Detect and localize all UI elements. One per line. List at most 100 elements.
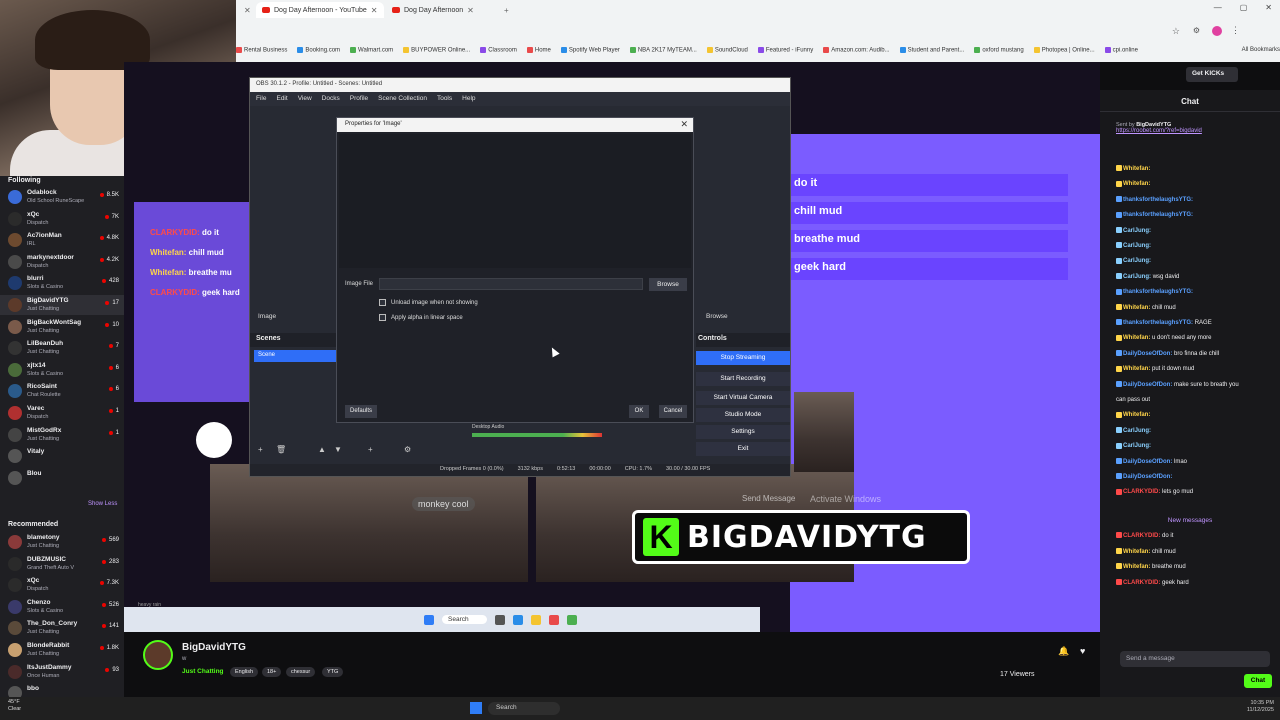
ok-button[interactable]: OK (629, 405, 649, 418)
bookmark-item[interactable]: BUYPOWER Online... (403, 46, 470, 53)
sidebar-channel[interactable]: Blou (0, 468, 124, 488)
all-bookmarks[interactable]: All Bookmarks (1242, 47, 1280, 53)
stop-streaming-button[interactable]: Stop Streaming (696, 351, 790, 365)
pinned-link[interactable]: https://roobet.com/?ref=bigdavid (1116, 128, 1272, 134)
chat-username[interactable]: CLARKYDID: (1123, 533, 1160, 539)
chat-username[interactable]: Whitefan: (1123, 564, 1150, 570)
sidebar-channel[interactable]: BlondeRabbit Just Chatting 1.8K (0, 640, 124, 660)
scene-item[interactable]: Scene (254, 350, 336, 362)
obs-image-source-tab[interactable]: Image (252, 311, 282, 322)
chat-username[interactable]: CarlJung: (1123, 258, 1151, 264)
sidebar-channel[interactable]: Varec Dispatch 1 (0, 403, 124, 423)
sidebar-channel[interactable]: MistGodRx Just Chatting 1 (0, 425, 124, 445)
sidebar-channel[interactable]: xQc Dispatch 7.3K (0, 575, 124, 595)
studio-mode-button[interactable]: Studio Mode (696, 408, 790, 422)
weather-widget[interactable]: 45°F Clear (8, 699, 21, 713)
obs-menu-item[interactable]: File (256, 95, 266, 103)
sidebar-channel[interactable]: blametony Just Chatting 569 (0, 532, 124, 552)
obs-menu-item[interactable]: Docks (322, 95, 340, 103)
start-virtual-camera-button[interactable]: Start Virtual Camera (696, 391, 790, 405)
tag-pill[interactable]: chessur (286, 667, 316, 677)
obs-menu-item[interactable]: Scene Collection (378, 95, 427, 103)
heart-icon[interactable]: ♥ (1080, 646, 1085, 656)
tag-pill[interactable]: English (230, 667, 259, 677)
sidebar-channel[interactable]: ItsJustDammy Once Human 93 (0, 662, 124, 682)
tab-dog-day[interactable]: Dog Day Afternoon ✕ (386, 2, 496, 18)
chat-username[interactable]: CarlJung: (1123, 443, 1151, 449)
chat-username[interactable]: CLARKYDID: (1123, 580, 1160, 586)
apply-alpha-checkbox[interactable] (379, 314, 386, 321)
bookmark-item[interactable]: Amazon.com: Audib... (823, 46, 890, 53)
avatar[interactable] (143, 640, 173, 670)
taskbar-search[interactable]: Search (488, 702, 560, 715)
bookmark-item[interactable]: NBA 2K17 MyTEAM... (629, 46, 697, 53)
chat-username[interactable]: DailyDoseOfDon: (1123, 474, 1172, 480)
exit-button[interactable]: Exit (696, 442, 790, 456)
sidebar-channel[interactable]: Ac7ionMan IRL 4.8K (0, 230, 124, 250)
cancel-button[interactable]: Cancel (659, 405, 687, 418)
chat-username[interactable]: DailyDoseOfDon: (1123, 459, 1172, 465)
tag-pill[interactable]: 18+ (262, 667, 282, 677)
bookmark-item[interactable]: SoundCloud (706, 46, 748, 53)
chat-username[interactable]: Whitefan: (1123, 181, 1150, 187)
minimize-icon[interactable]: — (1214, 3, 1222, 12)
bookmark-item[interactable]: Home (526, 46, 551, 53)
sidebar-channel[interactable]: BigDavidYTG Just Chatting 17 (0, 295, 124, 315)
chat-username[interactable]: Whitefan: (1123, 549, 1150, 555)
bookmark-item[interactable]: cpi.online (1104, 46, 1138, 53)
settings-button[interactable]: Settings (696, 425, 790, 439)
close-window-icon[interactable]: ✕ (1265, 3, 1272, 12)
bookmark-item[interactable]: oxford mustang (974, 46, 1024, 53)
obs-browse-tab[interactable]: Browse (696, 311, 738, 322)
chat-username[interactable]: CarlJung: (1123, 274, 1151, 280)
bookmark-item[interactable]: Student and Parent... (899, 46, 964, 53)
gear-icon[interactable]: ⚙ (404, 445, 411, 454)
start-recording-button[interactable]: Start Recording (696, 372, 790, 386)
sidebar-channel[interactable]: xjtx14 Slots & Casino 6 (0, 360, 124, 380)
chat-username[interactable]: Whitefan: (1123, 166, 1150, 172)
bookmark-item[interactable]: Booking.com (297, 46, 340, 53)
close-icon[interactable]: ✕ (680, 119, 688, 130)
sidebar-channel[interactable]: xQc Dispatch 7K (0, 209, 124, 229)
windows-start-icon[interactable] (470, 702, 482, 714)
chat-username[interactable]: DailyDoseOfDon: (1123, 351, 1172, 357)
obs-menu-item[interactable]: Tools (437, 95, 452, 103)
maximize-icon[interactable]: ▢ (1240, 3, 1248, 12)
trash-icon[interactable]: 🗑 (276, 445, 286, 454)
profile-icon[interactable] (1212, 26, 1222, 36)
chat-send-button[interactable]: Chat (1244, 674, 1272, 688)
chat-username[interactable]: CarlJung: (1123, 243, 1151, 249)
sidebar-channel[interactable]: Odablock Old School RuneScape 8.5K (0, 187, 124, 207)
add-source-icon[interactable]: + (368, 445, 373, 454)
chat-username[interactable]: CarlJung: (1123, 428, 1151, 434)
up-arrow-icon[interactable]: ▲ (318, 445, 326, 454)
tab-youtube[interactable]: Dog Day Afternoon - YouTube ✕ (256, 2, 384, 18)
close-icon[interactable]: ✕ (371, 6, 378, 15)
unload-image-checkbox[interactable] (379, 299, 386, 306)
menu-icon[interactable]: ⋮ (1231, 25, 1240, 36)
down-arrow-icon[interactable]: ▼ (334, 445, 342, 454)
sidebar-channel[interactable]: RicoSaint Chat Roulette 6 (0, 381, 124, 401)
close-tab-icon[interactable]: ✕ (238, 2, 251, 18)
show-less-link[interactable]: Show Less (88, 501, 117, 507)
get-kicks-button[interactable]: Get KICKs (1186, 67, 1238, 82)
sidebar-channel[interactable]: BigBackWontSag Just Chatting 10 (0, 317, 124, 337)
chat-username[interactable]: thanksfortheIaughsYTG: (1123, 320, 1193, 326)
chat-username[interactable]: Whitefan: (1123, 305, 1150, 311)
bookmark-item[interactable]: Walmart.com (350, 46, 393, 53)
sidebar-channel[interactable]: markynextdoor Dispatch 4.2K (0, 252, 124, 272)
tag-pill[interactable]: YTG (322, 667, 344, 677)
chat-username[interactable]: Whitefan: (1123, 335, 1150, 341)
browse-button[interactable]: Browse (649, 278, 687, 291)
chat-username[interactable]: thanksfortheIaughsYTG: (1123, 197, 1193, 203)
sidebar-channel[interactable]: Chenzo Slots & Casino 526 (0, 597, 124, 617)
taskbar-clock[interactable]: 10:35 PM 11/12/2025 (1247, 700, 1274, 714)
chat-username[interactable]: Whitefan: (1123, 412, 1150, 418)
bookmark-item[interactable]: Photopea | Online... (1033, 46, 1095, 53)
obs-menu-item[interactable]: Help (462, 95, 475, 103)
bookmark-item[interactable]: Spotify Web Player (560, 46, 620, 53)
bookmark-item[interactable]: Rental Business (236, 46, 287, 53)
new-tab-button[interactable]: + (498, 2, 515, 18)
stream-category[interactable]: Just Chatting (182, 668, 224, 675)
chat-input[interactable]: Send a message (1120, 651, 1270, 667)
